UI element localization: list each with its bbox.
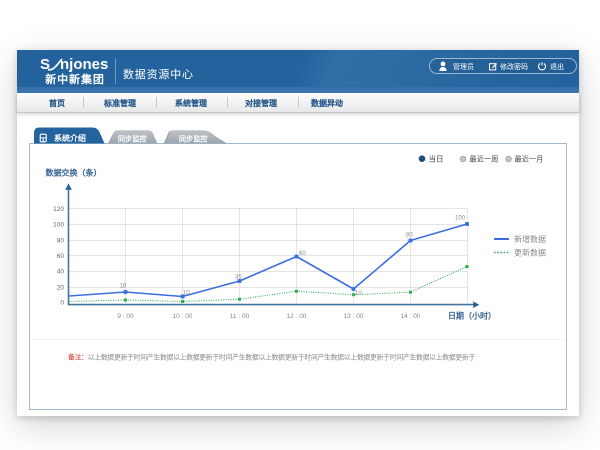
svg-text:20: 20	[57, 284, 65, 291]
svg-text:100: 100	[455, 216, 466, 222]
svg-text:10: 10	[183, 291, 190, 297]
svg-text:日期（小时）: 日期（小时）	[448, 310, 496, 320]
svg-text:13 : 00: 13 : 00	[344, 313, 364, 320]
svg-text:80: 80	[57, 237, 65, 244]
svg-text:最近一周: 最近一周	[470, 155, 499, 164]
svg-text:9 : 00: 9 : 00	[117, 313, 134, 320]
svg-text:备注：以上数据更新于时间产生数据以上数据更新于时间产生数据以: 备注：以上数据更新于时间产生数据以上数据更新于时间产生数据以上数据更新于时间产生…	[68, 353, 476, 362]
svg-text:10: 10	[355, 291, 362, 297]
svg-text:60: 60	[299, 251, 306, 257]
svg-text:最近一月: 最近一月	[515, 155, 544, 164]
svg-text:12 : 00: 12 : 00	[287, 313, 307, 320]
svg-text:更新数据: 更新数据	[514, 248, 546, 258]
svg-text:当日: 当日	[429, 154, 444, 164]
svg-text:同步监控: 同步监控	[179, 134, 209, 143]
svg-text:60: 60	[57, 253, 65, 260]
svg-text:100: 100	[53, 221, 64, 228]
svg-text:18: 18	[120, 284, 127, 290]
svg-text:系统介绍: 系统介绍	[54, 133, 86, 143]
svg-text:新增数据: 新增数据	[514, 234, 546, 244]
svg-text:14 : 00: 14 : 00	[401, 313, 421, 320]
svg-text:40: 40	[57, 268, 65, 275]
svg-text:11 : 00: 11 : 00	[230, 313, 250, 320]
svg-text:10 : 00: 10 : 00	[173, 313, 193, 320]
svg-text:35: 35	[235, 275, 242, 281]
svg-text:0: 0	[60, 299, 64, 306]
svg-text:80: 80	[406, 233, 413, 239]
svg-text:数据交换（条）: 数据交换（条）	[46, 168, 102, 178]
svg-text:120: 120	[53, 206, 64, 213]
svg-text:同步监控: 同步监控	[118, 134, 148, 143]
